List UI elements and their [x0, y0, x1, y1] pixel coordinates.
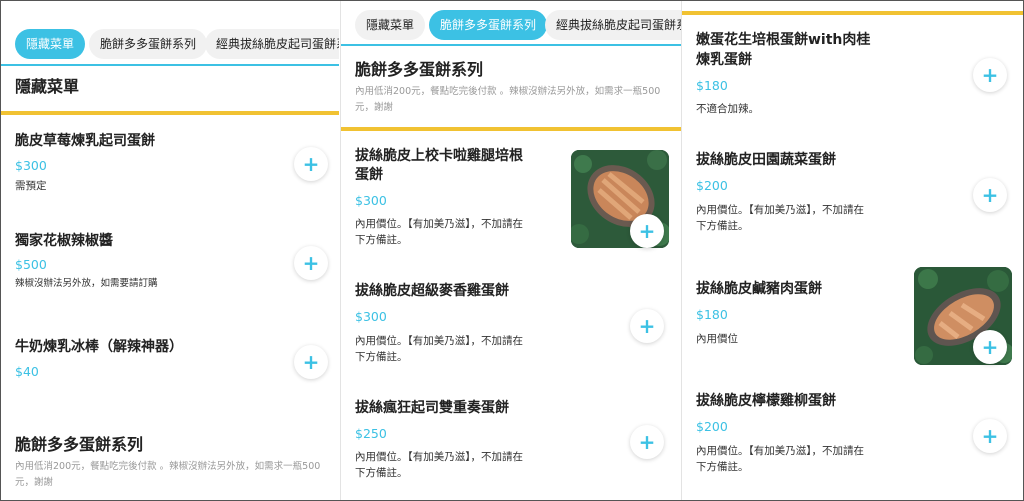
item-note: 內用價位。【有加美乃滋】，不加請在: [355, 335, 523, 347]
item-note: 不適合加辣。: [696, 103, 759, 115]
item-note: 下方備註。: [355, 467, 408, 479]
item-note: 下方備註。: [696, 461, 749, 473]
tab-classic-series[interactable]: 經典拔絲脆皮起司蛋餅系列: [545, 10, 682, 40]
plus-icon: +: [981, 183, 999, 207]
item-price: $180: [696, 307, 728, 322]
section-underline: [682, 11, 1023, 15]
add-button[interactable]: +: [630, 214, 664, 248]
item-name: 煉乳蛋餅: [696, 52, 752, 68]
add-button[interactable]: +: [973, 419, 1007, 453]
item-note: 內用價位。【有加美乃滋】，不加請在: [696, 204, 864, 216]
tabs-divider: [341, 44, 682, 46]
add-button[interactable]: +: [630, 425, 664, 459]
section-underline: [341, 127, 682, 131]
add-button[interactable]: +: [973, 58, 1007, 92]
section-title: 脆餅多多蛋餅系列: [355, 60, 484, 79]
item-name: 拔絲脆皮超級麥香雞蛋餅: [355, 283, 509, 299]
menu-panel-crispy: 隱藏菜單 脆餅多多蛋餅系列 經典拔絲脆皮起司蛋餅系列 脆餅多多蛋餅系列 內用低消…: [341, 1, 682, 500]
section-description: 內用低消200元，餐點吃完後付款 。辣椒沒辦法另外放，如需求一瓶500: [355, 86, 661, 97]
item-note: 辣椒沒辦法另外放，如需要請訂購: [15, 278, 158, 289]
item-note: 內用價位。【有加美乃滋】，不加請在: [355, 451, 523, 463]
plus-icon: +: [302, 251, 320, 275]
plus-icon: +: [302, 152, 320, 176]
add-button[interactable]: +: [973, 330, 1007, 364]
tab-classic-series[interactable]: 經典拔絲脆皮起司蛋餅系列: [205, 29, 339, 59]
tab-crispy-series[interactable]: 脆餅多多蛋餅系列: [429, 10, 548, 40]
item-price: $300: [15, 158, 47, 173]
add-button[interactable]: +: [294, 345, 328, 379]
item-note: 內用價位。【有加美乃滋】，不加請在: [696, 445, 864, 457]
item-name: 牛奶煉乳冰棒（解辣神器）: [15, 339, 183, 355]
plus-icon: +: [638, 430, 656, 454]
item-price: $40: [15, 364, 39, 379]
tab-hidden-menu[interactable]: 隱藏菜單: [355, 10, 426, 40]
item-price: $180: [696, 78, 728, 93]
item-name: 拔絲瘋狂起司雙重奏蛋餅: [355, 400, 509, 416]
add-button[interactable]: +: [294, 246, 328, 280]
item-name: 脆皮草莓煉乳起司蛋餅: [15, 133, 155, 149]
item-note: 內用價位: [696, 333, 738, 345]
item-note: 下方備註。: [696, 220, 749, 232]
item-price: $200: [696, 419, 728, 434]
plus-icon: +: [981, 424, 999, 448]
add-button[interactable]: +: [630, 309, 664, 343]
item-price: $250: [355, 426, 387, 441]
item-name: 拔絲脆皮田園蔬菜蛋餅: [696, 152, 836, 168]
add-button[interactable]: +: [294, 147, 328, 181]
add-button[interactable]: +: [973, 178, 1007, 212]
menu-panel-classic: 嫩蛋花生培根蛋餅with肉桂 煉乳蛋餅 $180 不適合加辣。 + 拔絲脆皮田園…: [682, 1, 1023, 500]
tabs-divider: [1, 64, 339, 66]
item-name: 嫩蛋花生培根蛋餅with肉桂: [696, 32, 871, 48]
section-title: 隱藏菜單: [15, 77, 80, 96]
section-underline: [1, 111, 339, 115]
item-note: 下方備註。: [355, 234, 408, 246]
section-description: 元，謝謝: [355, 102, 394, 113]
tab-crispy-series[interactable]: 脆餅多多蛋餅系列: [89, 29, 208, 59]
section-description: 元，謝謝: [15, 477, 54, 488]
section-description: 內用低消200元，餐點吃完後付款 。辣椒沒辦法另外放，如需求一瓶500: [15, 461, 321, 472]
item-price: $500: [15, 257, 47, 272]
item-note: 需預定: [15, 180, 47, 192]
tab-hidden-menu[interactable]: 隱藏菜單: [15, 29, 86, 59]
item-name: 拔絲脆皮檸檬雞柳蛋餅: [696, 393, 836, 409]
plus-icon: +: [302, 350, 320, 374]
item-price: $300: [355, 309, 387, 324]
menu-panel-hidden: 隱藏菜單 脆餅多多蛋餅系列 經典拔絲脆皮起司蛋餅系列 隱藏菜單 脆皮草莓煉乳起司…: [1, 1, 339, 500]
section-title: 脆餅多多蛋餅系列: [15, 435, 144, 454]
screenshot-frame: 隱藏菜單 脆餅多多蛋餅系列 經典拔絲脆皮起司蛋餅系列 隱藏菜單 脆皮草莓煉乳起司…: [0, 0, 1024, 501]
plus-icon: +: [981, 335, 999, 359]
item-note: 下方備註。: [355, 351, 408, 363]
plus-icon: +: [981, 63, 999, 87]
item-name: 拔絲脆皮鹹豬肉蛋餅: [696, 281, 822, 297]
plus-icon: +: [638, 219, 656, 243]
item-name: 蛋餅: [355, 167, 383, 183]
plus-icon: +: [638, 314, 656, 338]
item-price: $200: [696, 178, 728, 193]
item-price: $300: [355, 193, 387, 208]
item-name: 獨家花椒辣椒醬: [15, 233, 113, 249]
item-note: 內用價位。【有加美乃滋】，不加請在: [355, 218, 523, 230]
